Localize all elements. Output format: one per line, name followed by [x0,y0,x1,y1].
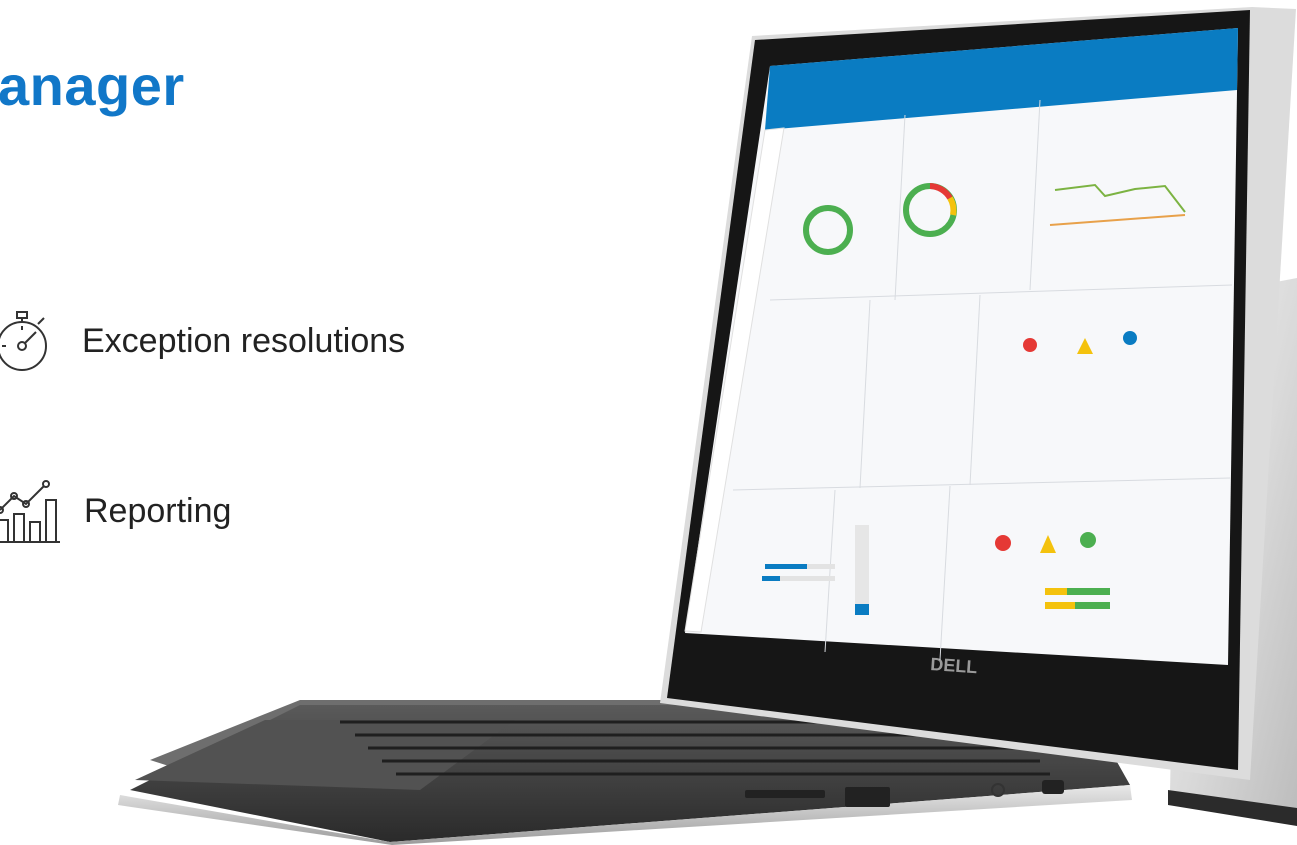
dashboard-screen [684,28,1238,665]
laptop-illustration: DELL DELL [118,7,1297,845]
device-logo-front: DELL [930,654,978,677]
